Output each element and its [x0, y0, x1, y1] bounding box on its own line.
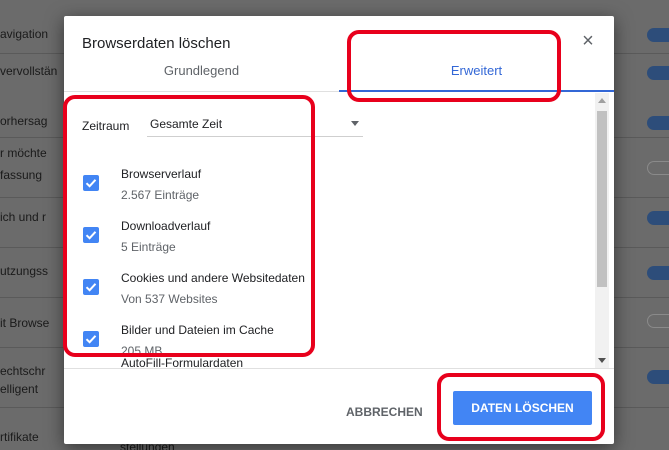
item-subtitle: 2.567 Einträge: [121, 188, 200, 202]
list-item-cookies: Cookies und andere Websitedaten Von 537 …: [64, 271, 594, 321]
settings-row-label: utzungss: [0, 264, 49, 278]
list-item-download-history: Downloadverlauf 5 Einträge: [64, 219, 594, 269]
toggle-switch: [647, 266, 669, 280]
item-title: AutoFill-Formulardaten: [121, 356, 244, 368]
checkbox-cookies[interactable]: [83, 279, 99, 295]
tab-bar: Grundlegend Erweitert: [64, 54, 614, 92]
settings-row-label: echtschr: [0, 364, 46, 378]
checkbox-cache[interactable]: [83, 331, 99, 347]
settings-row-label: ich und r: [0, 210, 47, 224]
item-subtitle: 5 Einträge: [121, 240, 176, 254]
list-item-autofill: AutoFill-Formulardaten: [64, 356, 594, 368]
settings-row-label: fassung: [0, 168, 43, 182]
settings-row-label: r möchte: [0, 146, 47, 160]
clear-browsing-data-dialog: Browserdaten löschen × Grundlegend Erwei…: [64, 16, 614, 444]
toggle-switch: [647, 116, 669, 130]
dialog-footer: ABBRECHEN DATEN LÖSCHEN: [64, 368, 614, 444]
toggle-switch: [647, 28, 669, 42]
item-title: Cookies und andere Websitedaten: [121, 271, 305, 285]
toggle-switch: [647, 314, 669, 328]
time-range-label: Zeitraum: [82, 119, 130, 133]
cancel-button[interactable]: ABBRECHEN: [334, 397, 435, 427]
toggle-switch: [647, 370, 669, 384]
settings-row-label: vervollstän: [0, 64, 58, 78]
item-subtitle: Von 537 Websites: [121, 292, 218, 306]
checkbox-browsing-history[interactable]: [83, 175, 99, 191]
tab-basic[interactable]: Grundlegend: [64, 54, 339, 92]
scroll-down-arrow-icon[interactable]: [598, 358, 606, 363]
tab-advanced[interactable]: Erweitert: [339, 54, 614, 92]
close-icon[interactable]: ×: [578, 31, 598, 52]
item-title: Browserverlauf: [121, 167, 202, 181]
settings-row-label: rtifikate: [0, 430, 39, 444]
time-range-select[interactable]: Gesamte Zeit: [147, 111, 363, 137]
checkbox-download-history[interactable]: [83, 227, 99, 243]
clear-data-button[interactable]: DATEN LÖSCHEN: [453, 391, 592, 425]
checkmark-icon: [85, 179, 97, 188]
toggle-switch: [647, 66, 669, 80]
settings-row-label: orhersag: [0, 114, 48, 128]
time-range-value: Gesamte Zeit: [150, 117, 223, 131]
dialog-content: Zeitraum Gesamte Zeit Browserverlauf 2.5…: [64, 93, 614, 368]
toggle-switch: [647, 211, 669, 225]
settings-row-label: avigation: [0, 27, 49, 41]
list-item-browsing-history: Browserverlauf 2.567 Einträge: [64, 167, 594, 217]
settings-row-label: it Browse: [0, 316, 50, 330]
dropdown-arrow-icon: [351, 121, 359, 126]
item-title: Downloadverlauf: [121, 219, 211, 233]
scrollbar[interactable]: [595, 93, 609, 368]
item-title: Bilder und Dateien im Cache: [121, 323, 274, 337]
settings-row-label: elligent: [0, 382, 39, 396]
dialog-title: Browserdaten löschen: [82, 35, 231, 52]
checkmark-icon: [85, 283, 97, 292]
scroll-up-arrow-icon[interactable]: [598, 98, 606, 103]
checkmark-icon: [85, 335, 97, 344]
scrollbar-thumb[interactable]: [597, 111, 607, 287]
toggle-switch: [647, 161, 669, 175]
checkmark-icon: [85, 231, 97, 240]
